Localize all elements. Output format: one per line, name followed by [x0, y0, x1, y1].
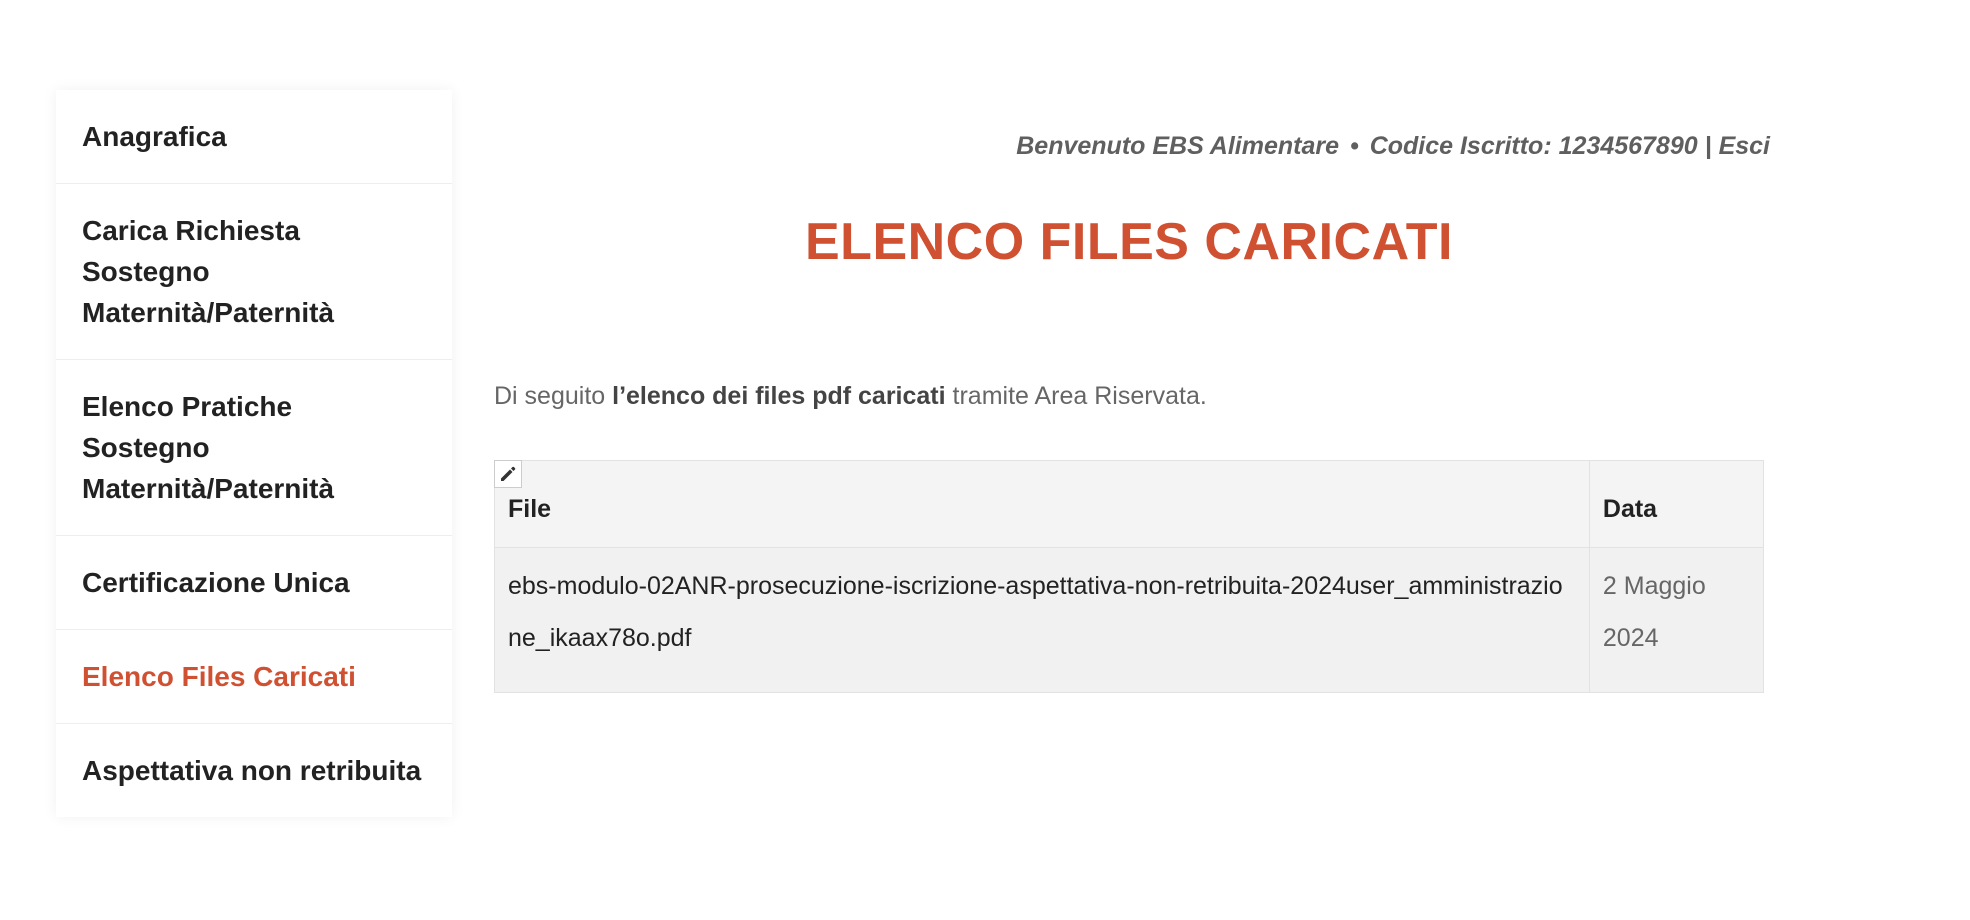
- welcome-text: Benvenuto EBS Alimentare: [1016, 132, 1340, 160]
- sidebar-item-certificazione-unica[interactable]: Certificazione Unica: [56, 536, 452, 630]
- intro-bold: l’elenco dei files pdf caricati: [612, 382, 946, 410]
- welcome-bar: Benvenuto EBS Alimentare • Codice Iscrit…: [1016, 132, 1770, 161]
- separator-dot: •: [1349, 132, 1359, 160]
- pencil-icon-graphic: [501, 466, 516, 481]
- file-date-cell: 2 Maggio 2024: [1588, 547, 1765, 693]
- intro-suffix: tramite Area Riservata.: [952, 382, 1207, 410]
- member-code: Codice Iscritto: 1234567890: [1369, 132, 1698, 160]
- pencil-icon[interactable]: [494, 460, 522, 488]
- divider: |: [1704, 132, 1712, 160]
- intro-prefix: Di seguito: [494, 382, 606, 410]
- sidebar-item-anagrafica[interactable]: Anagrafica: [56, 90, 452, 184]
- sidebar-item-aspettativa[interactable]: Aspettativa non retribuita: [56, 724, 452, 817]
- column-header-file[interactable]: File: [494, 460, 1590, 548]
- column-header-date[interactable]: Data: [1588, 460, 1765, 548]
- table-header-row: File Data: [494, 460, 1765, 548]
- intro-text: Di seguito l’elenco dei files pdf carica…: [494, 382, 1207, 411]
- sidebar-item-elenco-pratiche[interactable]: Elenco Pratiche Sostegno Maternità/Pater…: [56, 360, 452, 536]
- table-row: ebs-modulo-02ANR-prosecuzione-iscrizione…: [494, 547, 1765, 693]
- page-title: ELENCO FILES CARICATI: [805, 213, 1453, 271]
- file-name-cell[interactable]: ebs-modulo-02ANR-prosecuzione-iscrizione…: [494, 547, 1590, 693]
- files-table: File Data ebs-modulo-02ANR-prosecuzione-…: [494, 460, 1765, 693]
- page: Anagrafica Carica Richiesta Sostegno Mat…: [0, 0, 1970, 920]
- sidebar-item-carica-richiesta[interactable]: Carica Richiesta Sostegno Maternità/Pate…: [56, 184, 452, 360]
- logout-link[interactable]: Esci: [1719, 132, 1770, 160]
- sidebar-item-elenco-files[interactable]: Elenco Files Caricati: [56, 630, 452, 724]
- sidebar-menu: Anagrafica Carica Richiesta Sostegno Mat…: [56, 90, 452, 817]
